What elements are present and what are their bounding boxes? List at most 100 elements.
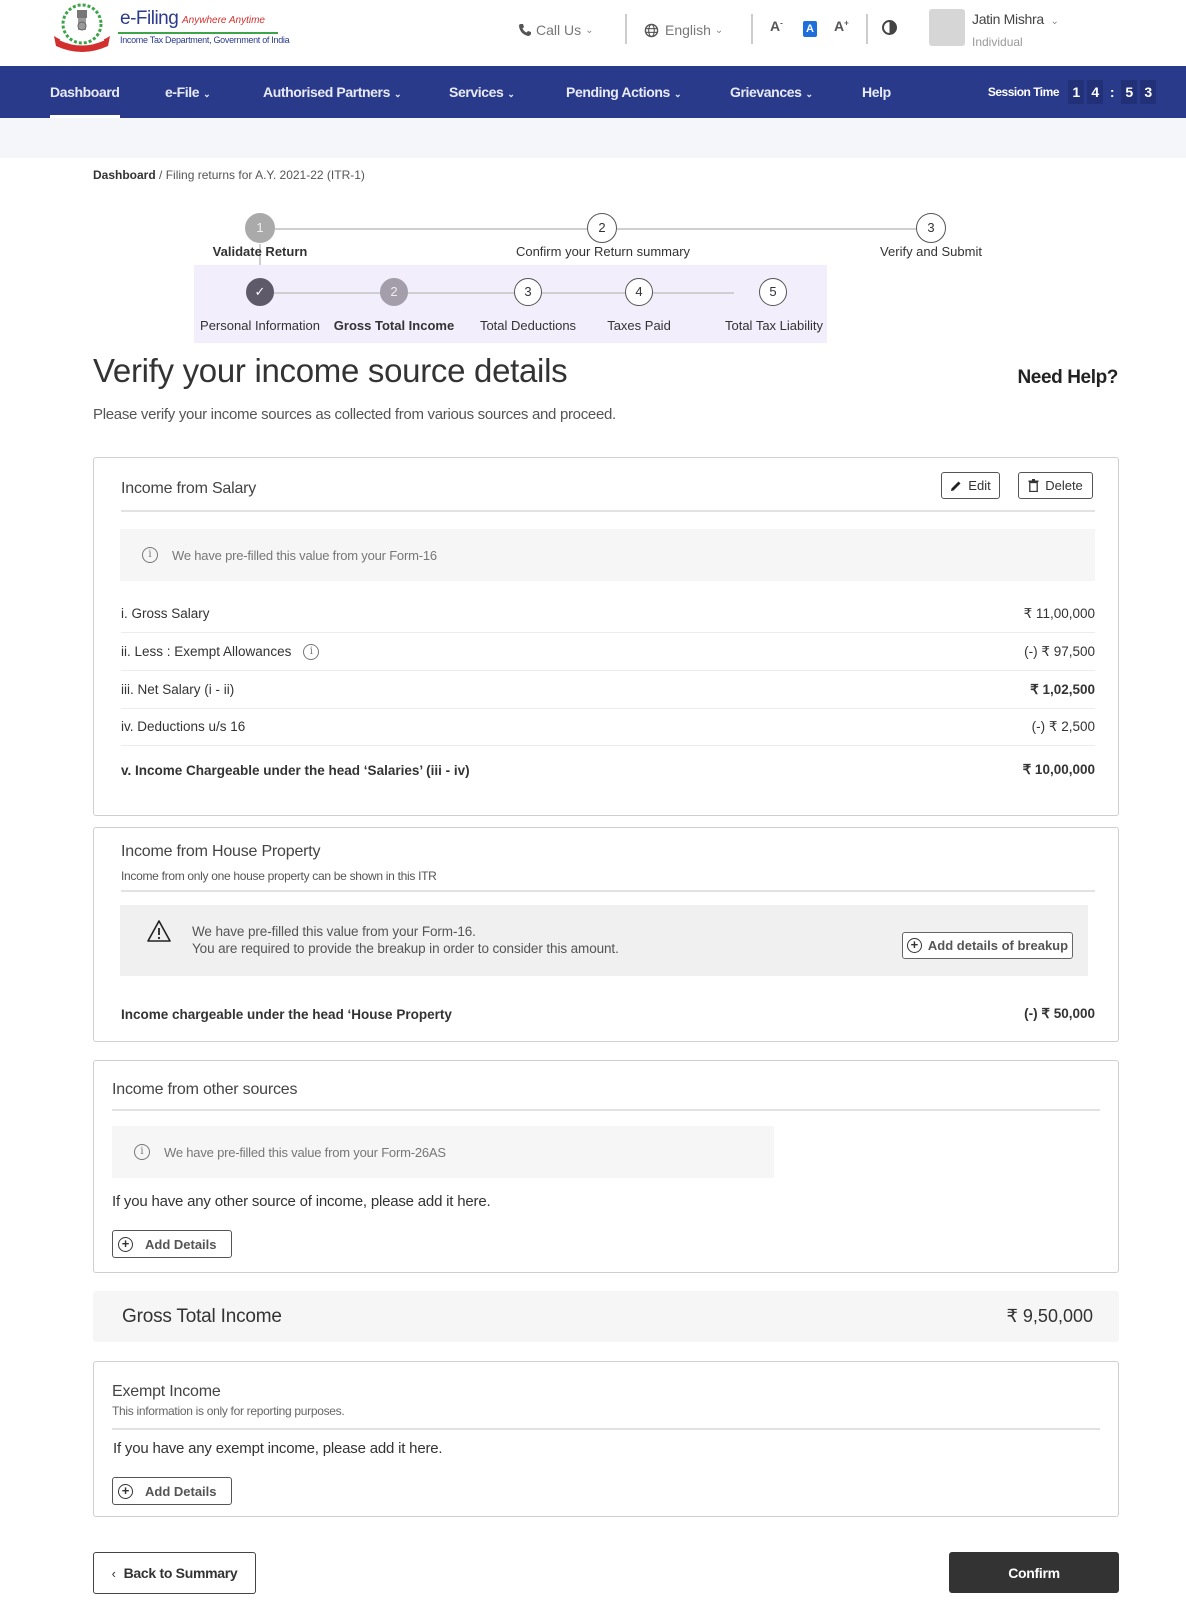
- salary-info-text: We have pre-filled this value from your …: [172, 547, 437, 563]
- trash-icon: [1028, 479, 1039, 492]
- salary-row-chargeable: v. Income Chargeable under the head ‘Sal…: [121, 751, 1095, 789]
- warning-icon: [147, 920, 171, 942]
- substep-gross-total-income[interactable]: 2: [380, 278, 408, 306]
- other-sources-info-text: We have pre-filled this value from your …: [164, 1144, 446, 1160]
- add-exempt-income-button[interactable]: + Add Details: [112, 1477, 232, 1505]
- delete-label: Delete: [1045, 478, 1083, 493]
- contrast-toggle-icon[interactable]: [882, 20, 897, 35]
- main-step-1: 1: [245, 213, 275, 243]
- emblem-icon: [54, 3, 110, 52]
- divider: [112, 1109, 1100, 1111]
- efiling-logo[interactable]: e-Filing Anywhere Anytime Income Tax Dep…: [50, 2, 290, 52]
- brand-tagline: Anywhere Anytime: [182, 15, 265, 26]
- confirm-button[interactable]: Confirm: [949, 1552, 1119, 1593]
- add-other-source-button[interactable]: + Add Details: [112, 1230, 232, 1258]
- breadcrumb-dashboard-link[interactable]: Dashboard: [93, 168, 156, 182]
- phone-icon: [519, 24, 531, 36]
- divider: [625, 14, 627, 44]
- gross-total-income-bar: Gross Total Income ₹ 9,50,000: [93, 1291, 1119, 1342]
- nav-dashboard[interactable]: Dashboard: [50, 66, 120, 118]
- nav-grievances[interactable]: Grievances ⌄: [730, 66, 813, 118]
- substep-taxes-paid[interactable]: 4: [625, 278, 653, 306]
- sub-header-band: [0, 118, 1186, 158]
- add-breakup-button[interactable]: + Add details of breakup: [902, 932, 1073, 959]
- font-default-button[interactable]: A: [803, 21, 817, 37]
- exempt-income-title: Exempt Income: [112, 1383, 221, 1400]
- add-details-label: Add Details: [145, 1236, 217, 1252]
- substep-total-deductions[interactable]: 3: [514, 278, 542, 306]
- substep-label: Personal Information: [200, 318, 320, 333]
- edit-button[interactable]: Edit: [941, 472, 1000, 499]
- other-sources-card: Income from other sources i We have pre-…: [93, 1060, 1119, 1273]
- house-property-card: Income from House Property Income from o…: [93, 827, 1119, 1042]
- pencil-icon: [951, 481, 961, 491]
- divider: [121, 510, 1095, 512]
- row-label: i. Gross Salary: [121, 606, 210, 621]
- plus-circle-icon: +: [118, 1483, 133, 1499]
- add-details-label: Add Details: [145, 1483, 217, 1499]
- house-property-chargeable-row: Income chargeable under the head ‘House …: [121, 995, 1095, 1033]
- nav-label: Pending Actions: [566, 84, 670, 100]
- chevron-down-icon: ⌄: [714, 24, 724, 36]
- avatar[interactable]: [929, 9, 965, 46]
- page-title: Verify your income source details: [93, 352, 568, 389]
- substep-label: Total Deductions: [479, 318, 577, 333]
- font-increase-button[interactable]: A+: [834, 18, 849, 34]
- user-menu[interactable]: Jatin Mishra ⌄: [972, 11, 1059, 27]
- session-timer: Session Time 1 4 : 5 3: [988, 80, 1156, 104]
- breadcrumb: Dashboard / Filing returns for A.Y. 2021…: [93, 168, 365, 182]
- breadcrumb-separator: /: [155, 168, 166, 182]
- main-step-2: 2: [587, 213, 617, 243]
- brand-title: e-Filing: [120, 8, 179, 29]
- session-digit: 3: [1140, 80, 1156, 104]
- nav-help[interactable]: Help: [862, 66, 891, 118]
- need-help-link[interactable]: Need Help?: [1017, 367, 1118, 389]
- info-icon: i: [142, 547, 158, 563]
- row-label: v. Income Chargeable under the head ‘Sal…: [121, 762, 470, 778]
- info-icon[interactable]: i: [303, 643, 320, 660]
- page-description: Please verify your income sources as col…: [93, 406, 616, 423]
- nav-authorised-partners[interactable]: Authorised Partners ⌄: [263, 66, 402, 118]
- warning-line-1: We have pre-filled this value from your …: [192, 924, 476, 939]
- font-decrease-button[interactable]: A-: [770, 18, 783, 34]
- gross-total-income-label: Gross Total Income: [122, 1305, 282, 1327]
- session-digit: 1: [1068, 80, 1084, 104]
- font-decrease-label: A: [770, 18, 781, 34]
- salary-row-gross: i. Gross Salary ₹ 11,00,000: [121, 595, 1095, 633]
- other-sources-title: Income from other sources: [112, 1081, 298, 1098]
- nav-label: Dashboard: [50, 84, 120, 100]
- divider: [112, 1428, 1100, 1430]
- substep-label: Total Tax Liability: [724, 318, 824, 333]
- exempt-income-prompt: If you have any exempt income, please ad…: [113, 1440, 443, 1457]
- main-step-label: Verify and Submit: [880, 244, 982, 259]
- language-dropdown[interactable]: English ⌄: [644, 0, 723, 60]
- brand-subtitle: Income Tax Department, Government of Ind…: [120, 35, 290, 45]
- row-label: iii. Net Salary (i - ii): [121, 682, 235, 697]
- nav-efile[interactable]: e-File ⌄: [165, 66, 211, 118]
- breadcrumb-current: Filing returns for A.Y. 2021-22 (ITR-1): [165, 168, 365, 182]
- divider: [751, 14, 753, 44]
- delete-button[interactable]: Delete: [1018, 472, 1093, 499]
- exempt-income-subtitle: This information is only for reporting p…: [112, 1404, 345, 1418]
- row-value: ₹ 10,00,000: [1022, 762, 1095, 777]
- chevron-down-icon: ⌄: [394, 89, 402, 99]
- substep-personal-information[interactable]: ✓: [246, 278, 274, 306]
- back-to-summary-button[interactable]: ‹ Back to Summary: [93, 1552, 256, 1594]
- nav-services[interactable]: Services ⌄: [449, 66, 515, 118]
- edit-label: Edit: [968, 478, 991, 493]
- house-property-warning: We have pre-filled this value from your …: [120, 905, 1088, 976]
- nav-label: Grievances: [730, 84, 802, 100]
- nav-label: e-File: [165, 84, 200, 100]
- top-header: e-Filing Anywhere Anytime Income Tax Dep…: [0, 0, 1186, 66]
- other-sources-prompt: If you have any other source of income, …: [112, 1193, 491, 1210]
- salary-info-box: i We have pre-filled this value from you…: [120, 529, 1095, 581]
- add-breakup-label: Add details of breakup: [927, 938, 1069, 953]
- substep-total-tax-liability[interactable]: 5: [759, 278, 787, 306]
- call-us-label: Call Us: [536, 22, 582, 38]
- plus-circle-icon: +: [906, 938, 922, 953]
- other-sources-info-box: i We have pre-filled this value from you…: [112, 1126, 774, 1178]
- salary-row-exempt-allowances: ii. Less : Exempt Allowances i (-) ₹ 97,5…: [121, 633, 1095, 671]
- nav-pending-actions[interactable]: Pending Actions ⌄: [566, 66, 682, 118]
- plus-circle-icon: +: [118, 1236, 133, 1252]
- call-us-dropdown[interactable]: Call Us ⌄: [518, 0, 594, 60]
